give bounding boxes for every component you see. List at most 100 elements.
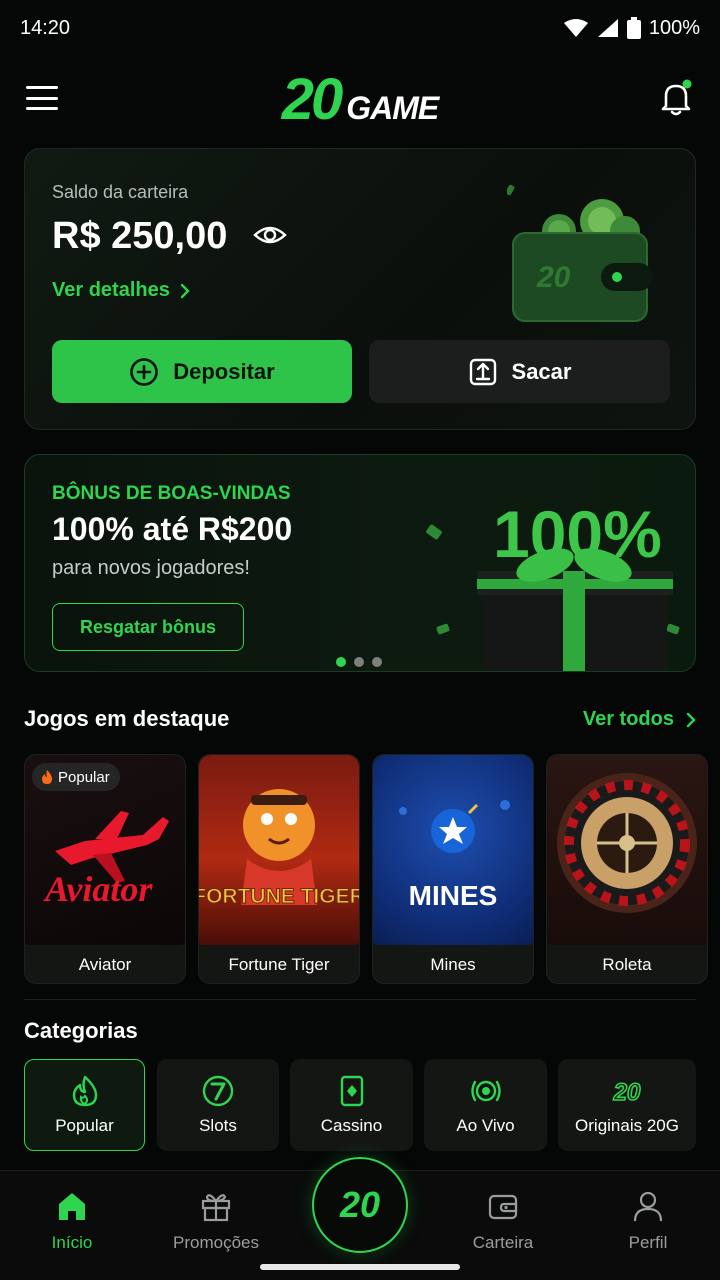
tiger-icon: FORTUNE TIGER — [199, 789, 359, 909]
nav-perfil[interactable]: Perfil — [588, 1189, 708, 1253]
signal-icon — [597, 19, 618, 37]
wallet-card: Saldo da carteira R$ 250,00 Ver detalhes… — [24, 148, 696, 430]
carousel-dot[interactable] — [354, 657, 364, 667]
nav-carteira[interactable]: Carteira — [443, 1189, 563, 1253]
category-slots[interactable]: Slots — [157, 1059, 279, 1151]
logo-number: 20 — [281, 66, 343, 132]
nav-label: Perfil — [628, 1233, 668, 1252]
notification-button[interactable] — [656, 78, 696, 118]
wallet-details-link[interactable]: Ver detalhes — [52, 279, 190, 302]
game-card-aviator[interactable]: Aviator Popular Aviator — [24, 754, 186, 984]
carousel-dot[interactable] — [336, 657, 346, 667]
game-name: Roleta — [602, 955, 652, 974]
game-name: Fortune Tiger — [228, 955, 330, 974]
flame-icon — [42, 770, 52, 784]
logo-word: GAME — [346, 89, 439, 126]
battery-level: 100% — [648, 16, 700, 39]
banner-title: 100% até R$200 — [52, 511, 293, 547]
wallet-icon — [488, 1194, 518, 1220]
section-divider — [24, 999, 696, 1000]
app-logo: 20 GAME — [281, 66, 440, 133]
status-icons: 100% — [563, 17, 700, 40]
featured-games-list: Aviator Popular Aviator FORTUNE TIGER Fo… — [24, 754, 720, 984]
banner-kicker: BÔNUS DE BOAS-VINDAS — [52, 483, 291, 504]
eye-icon[interactable] — [253, 223, 287, 247]
category-label: Popular — [55, 1116, 114, 1135]
status-time: 14:20 — [20, 16, 71, 39]
plus-circle-icon — [130, 357, 159, 386]
carousel-dots — [336, 657, 382, 667]
twenty-icon: 20 — [612, 1078, 642, 1107]
tiger-thumb-text: FORTUNE TIGER — [199, 885, 359, 908]
game-card-roleta[interactable]: Roleta — [546, 754, 708, 984]
gift-illustration: 100% — [426, 497, 680, 671]
promo-banner[interactable]: BÔNUS DE BOAS-VINDAS 100% até R$200 para… — [24, 454, 696, 672]
game-thumbnail: FORTUNE TIGER — [199, 755, 359, 945]
nav-promocoes[interactable]: Promoções — [156, 1189, 276, 1253]
claim-bonus-button[interactable]: Resgatar bônus — [52, 603, 244, 651]
home-icon — [59, 1193, 85, 1220]
withdraw-icon — [469, 358, 496, 385]
wallet-illustration: 20 — [507, 184, 653, 322]
wifi-icon — [563, 19, 588, 37]
category-cassino[interactable]: Cassino — [290, 1059, 413, 1151]
menu-button[interactable] — [24, 82, 60, 114]
withdraw-label: Sacar — [511, 358, 572, 384]
carousel-dot[interactable] — [372, 657, 382, 667]
category-label: Ao Vivo — [456, 1116, 515, 1135]
app-header: 20 GAME — [0, 64, 720, 134]
category-popular[interactable]: Popular — [24, 1059, 145, 1151]
slot-seven-icon — [202, 1075, 234, 1107]
deposit-label: Depositar — [173, 358, 275, 384]
category-label: Cassino — [320, 1116, 383, 1135]
menu-icon-line — [26, 96, 58, 100]
status-bar: 14:20 100% — [0, 0, 720, 56]
nav-label: Carteira — [472, 1233, 534, 1252]
nav-label: Início — [51, 1233, 93, 1252]
chevron-right-icon — [686, 712, 696, 727]
chevron-right-icon — [180, 283, 190, 298]
game-name: Mines — [430, 955, 476, 974]
wallet-balance: R$ 250,00 — [52, 215, 228, 257]
featured-title: Jogos em destaque — [24, 706, 230, 731]
game-thumbnail: MINES — [373, 755, 533, 945]
mine-icon: MINES — [399, 800, 510, 911]
see-all-link[interactable]: Ver todos — [583, 708, 696, 731]
twenty-icon-text: 20 — [613, 1079, 641, 1106]
live-icon — [470, 1080, 501, 1102]
wallet-details-label: Ver detalhes — [52, 279, 170, 301]
popular-badge: Popular — [32, 763, 120, 791]
mines-thumb-text: MINES — [409, 880, 498, 911]
game-thumbnail — [547, 755, 707, 945]
see-all-label: Ver todos — [582, 708, 674, 730]
deposit-button[interactable]: Depositar — [52, 340, 352, 403]
category-ao-vivo[interactable]: Ao Vivo — [424, 1059, 547, 1151]
bell-icon — [661, 79, 692, 116]
home-indicator[interactable] — [260, 1264, 460, 1270]
gift-icon — [201, 1194, 231, 1222]
user-icon — [633, 1191, 663, 1222]
categories-title: Categorias — [24, 1018, 138, 1043]
game-card-mines[interactable]: MINES Mines — [372, 754, 534, 984]
category-originais[interactable]: 20 Originais 20G — [558, 1059, 696, 1151]
categories-list: Popular Slots Cassino Ao Vivo 20 Origina… — [24, 1059, 720, 1151]
battery-icon — [626, 17, 641, 39]
withdraw-button[interactable]: Sacar — [369, 340, 670, 403]
game-name: Aviator — [78, 955, 132, 974]
category-label: Slots — [199, 1116, 237, 1135]
nav-inicio[interactable]: Início — [12, 1189, 132, 1253]
menu-icon-line — [26, 107, 58, 110]
wallet-label: Saldo da carteira — [52, 182, 189, 202]
flame-icon — [72, 1075, 97, 1107]
menu-icon-line — [26, 86, 58, 89]
roulette-icon — [557, 773, 697, 913]
category-label: Originais 20G — [575, 1116, 679, 1135]
game-card-fortune-tiger[interactable]: FORTUNE TIGER Fortune Tiger — [198, 754, 360, 984]
card-icon — [340, 1075, 363, 1107]
wallet-art-number: 20 — [536, 261, 571, 294]
badge-label: Popular — [58, 768, 110, 786]
center-20-button[interactable]: 20 — [312, 1157, 408, 1253]
banner-subtitle: para novos jogadores! — [52, 557, 250, 579]
nav-label: Promoções — [173, 1233, 259, 1252]
aviator-thumb-text: Aviator — [43, 869, 153, 909]
